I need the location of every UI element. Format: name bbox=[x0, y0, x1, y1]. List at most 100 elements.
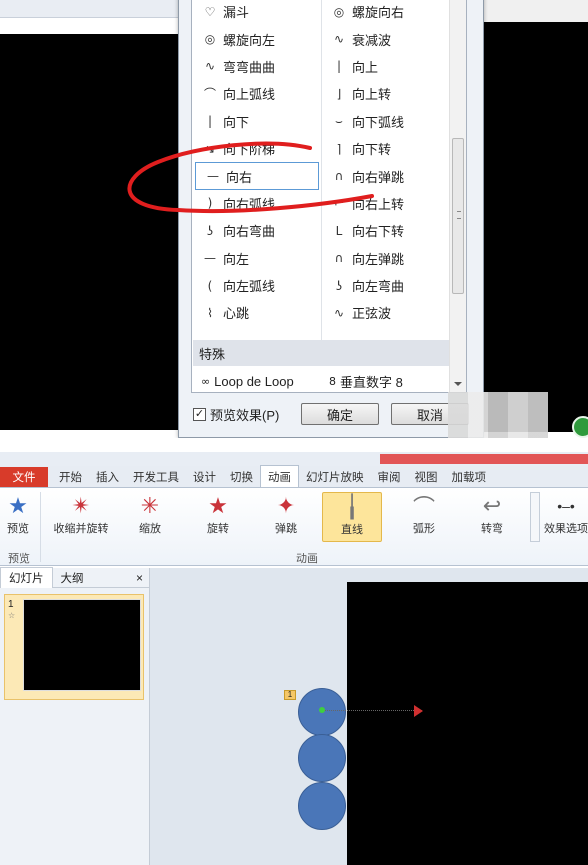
path-item-right-line[interactable]: — 向右 bbox=[195, 162, 319, 190]
animation-arcs-button[interactable]: ⌒ 弧形 bbox=[394, 492, 454, 542]
path-item-label: 向下转 bbox=[352, 142, 392, 158]
path-item-down-steps[interactable]: ↘ 向下阶梯 bbox=[193, 135, 321, 162]
animation-order-badge[interactable]: 1 bbox=[284, 690, 296, 700]
circle-shape-3[interactable] bbox=[298, 782, 346, 830]
tab-4[interactable]: 设计 bbox=[186, 467, 223, 487]
list-scrollbar[interactable] bbox=[449, 0, 466, 392]
turn-right-up-icon: ⌐ bbox=[333, 196, 345, 211]
path-item-label: 漏斗 bbox=[223, 5, 250, 21]
path-item-arc-left[interactable]: (向左弧线 bbox=[193, 272, 321, 299]
animation-spin-button[interactable]: ★ 旋转 bbox=[188, 492, 248, 542]
path-item-decaying-wave[interactable]: ∿ 衰减波 bbox=[322, 25, 449, 52]
bounce-icon: ✦ bbox=[276, 493, 296, 518]
path-item-curvy-curve[interactable]: ∿ 弯弯曲曲 bbox=[193, 53, 321, 80]
circle-shape-2[interactable] bbox=[298, 734, 346, 782]
path-item-turn-right-down[interactable]: L 向右下转 bbox=[322, 217, 449, 244]
path-item-spiral-left[interactable]: ◎ 螺旋向左 bbox=[193, 25, 321, 52]
path-item-curve-right[interactable]: ʖ 向右弯曲 bbox=[193, 217, 321, 244]
path-item-label: 衰减波 bbox=[352, 32, 392, 48]
path-item-heartbeat[interactable]: ⌇ 心跳 bbox=[193, 299, 321, 326]
path-item-turn-up[interactable]: ⌋ 向上转 bbox=[322, 80, 449, 107]
turn-up-icon: ⌋ bbox=[336, 86, 342, 101]
path-item-funnel[interactable]: ♡ 漏斗 bbox=[193, 0, 321, 25]
path-item-label: 向下 bbox=[223, 114, 250, 130]
spin-icon: ★ bbox=[208, 493, 228, 518]
path-item-label: 向右弹跳 bbox=[352, 169, 405, 185]
path-item-arc-right[interactable]: ) 向右弧线 bbox=[193, 190, 321, 217]
scrollbar-thumb[interactable] bbox=[452, 138, 464, 294]
path-item-label: 向上 bbox=[352, 59, 379, 75]
slide[interactable] bbox=[347, 582, 588, 865]
turn-down-icon: ⌉ bbox=[336, 141, 342, 156]
path-start-marker-icon[interactable] bbox=[319, 707, 325, 713]
path-item-label: 向下弧线 bbox=[352, 114, 405, 130]
animation-turns-button[interactable]: ↩ 转弯 bbox=[462, 492, 522, 542]
path-item-label: 向上转 bbox=[352, 87, 392, 103]
animation-shrink-spin-button[interactable]: ✴ 收缩并旋转 bbox=[50, 492, 112, 542]
effect-options-label: 效果选项 bbox=[544, 523, 588, 535]
animation-lines-button[interactable]: ╽ 直线 bbox=[322, 492, 382, 542]
slides-panel: 幻灯片 大纲 × 1 ☆ bbox=[0, 567, 150, 865]
path-item-turn-right-up[interactable]: ⌐ 向右上转 bbox=[322, 190, 449, 217]
animation-zoom-button[interactable]: ✳ 缩放 bbox=[120, 492, 180, 542]
tab-0[interactable]: 文件 bbox=[0, 467, 48, 487]
tab-2[interactable]: 插入 bbox=[89, 467, 126, 487]
path-item-turn-down[interactable]: ⌉ 向下转 bbox=[322, 135, 449, 162]
path-item-up-line[interactable]: | 向上 bbox=[322, 53, 449, 80]
shrink-spin-icon: ✴ bbox=[71, 493, 91, 518]
ok-button[interactable]: 确定 bbox=[301, 403, 379, 425]
animation-ribbon: ★ 预览 ✴ 收缩并旋转 ✳ 缩放 ★ 旋转 ✦ 弹跳 ╽ 直线 ⌒ 弧形 ↩ 转弯 •–• 效果选项 预… bbox=[0, 488, 588, 566]
tab-1[interactable]: 开始 bbox=[52, 467, 89, 487]
curvy-curve-icon: ∿ bbox=[204, 59, 216, 74]
motion-path-line[interactable] bbox=[322, 710, 422, 711]
path-end-arrow-icon[interactable] bbox=[414, 705, 423, 717]
heartbeat-icon: ⌇ bbox=[207, 305, 213, 320]
effect-options-button[interactable]: •–• 效果选项 bbox=[540, 492, 588, 542]
path-item-loop[interactable]: ∞ Loop de Loop bbox=[201, 368, 294, 392]
path-item-sine-wave[interactable]: ∿ 正弦波 bbox=[322, 299, 449, 326]
arc-left-icon: ( bbox=[207, 278, 213, 293]
arc-right-icon: ) bbox=[207, 196, 213, 211]
animation-button-label: 直线 bbox=[341, 524, 363, 536]
gallery-scrollbar[interactable] bbox=[530, 492, 540, 542]
animation-button-label: 收缩并旋转 bbox=[53, 523, 109, 535]
path-item-vertical-eight[interactable]: 8 垂直数字 8 bbox=[329, 368, 403, 392]
path-item-curve-left[interactable]: ʖ 向左弯曲 bbox=[322, 272, 449, 299]
animation-button-label: 缩放 bbox=[139, 523, 161, 535]
tab-outline[interactable]: 大纲 bbox=[53, 568, 92, 588]
path-item-bounce-right[interactable]: ∩ 向右弹跳 bbox=[322, 162, 449, 189]
sine-wave-icon: ∿ bbox=[333, 305, 345, 320]
path-item-arc-down[interactable]: ⌣ 向下弧线 bbox=[322, 108, 449, 135]
path-item-bounce-left[interactable]: ∩ 向左弹跳 bbox=[322, 245, 449, 272]
path-item-left-line[interactable]: — 向左 bbox=[193, 245, 321, 272]
tab-9[interactable]: 视图 bbox=[408, 467, 445, 487]
animation-button-label: 旋转 bbox=[207, 523, 229, 535]
tab-slides[interactable]: 幻灯片 bbox=[0, 567, 53, 588]
bounce-left-icon: ∩ bbox=[334, 251, 344, 266]
preview-button-label: 预览 bbox=[7, 523, 29, 535]
path-item-spiral-right[interactable]: ◎ 螺旋向右 bbox=[322, 0, 449, 25]
checkmark-icon[interactable]: ✓ bbox=[193, 408, 206, 421]
bounce-right-icon: ∩ bbox=[334, 169, 344, 184]
animation-button-label: 转弯 bbox=[481, 523, 503, 535]
tab-8[interactable]: 审阅 bbox=[371, 467, 408, 487]
tab-6[interactable]: 动画 bbox=[260, 465, 299, 487]
slide-thumbnail-item[interactable]: 1 ☆ bbox=[4, 594, 144, 700]
path-item-down-line[interactable]: | 向下 bbox=[193, 108, 321, 135]
tab-7[interactable]: 幻灯片放映 bbox=[299, 467, 371, 487]
tab-3[interactable]: 开发工具 bbox=[126, 467, 186, 487]
path-item-arc-up[interactable]: ⌒ 向上弧线 bbox=[193, 80, 321, 107]
close-icon[interactable]: × bbox=[136, 571, 143, 585]
tab-5[interactable]: 切换 bbox=[223, 467, 260, 487]
scroll-down-arrow-icon[interactable] bbox=[454, 382, 462, 386]
preview-checkbox[interactable]: ✓ 预览效果(P) bbox=[193, 405, 279, 424]
motion-path-list: ♡ 漏斗 ◎ 螺旋向左 ∿ 弯弯曲曲 ⌒ 向上弧线 | 向下 ↘ 向下阶梯 — 向右) 向右弧线 ʖ 向右弯曲 —… bbox=[191, 0, 467, 393]
animation-bounce-button[interactable]: ✦ 弹跳 bbox=[256, 492, 316, 542]
preview-button[interactable]: ★ 预览 bbox=[0, 492, 40, 542]
animation-button-label: 弹跳 bbox=[275, 523, 297, 535]
title-strip bbox=[0, 452, 588, 466]
spiral-left-icon: ◎ bbox=[204, 32, 216, 47]
tab-10[interactable]: 加载项 bbox=[445, 467, 494, 487]
pixelated-watermark bbox=[448, 392, 548, 438]
curve-left-icon: ʖ bbox=[335, 278, 343, 293]
